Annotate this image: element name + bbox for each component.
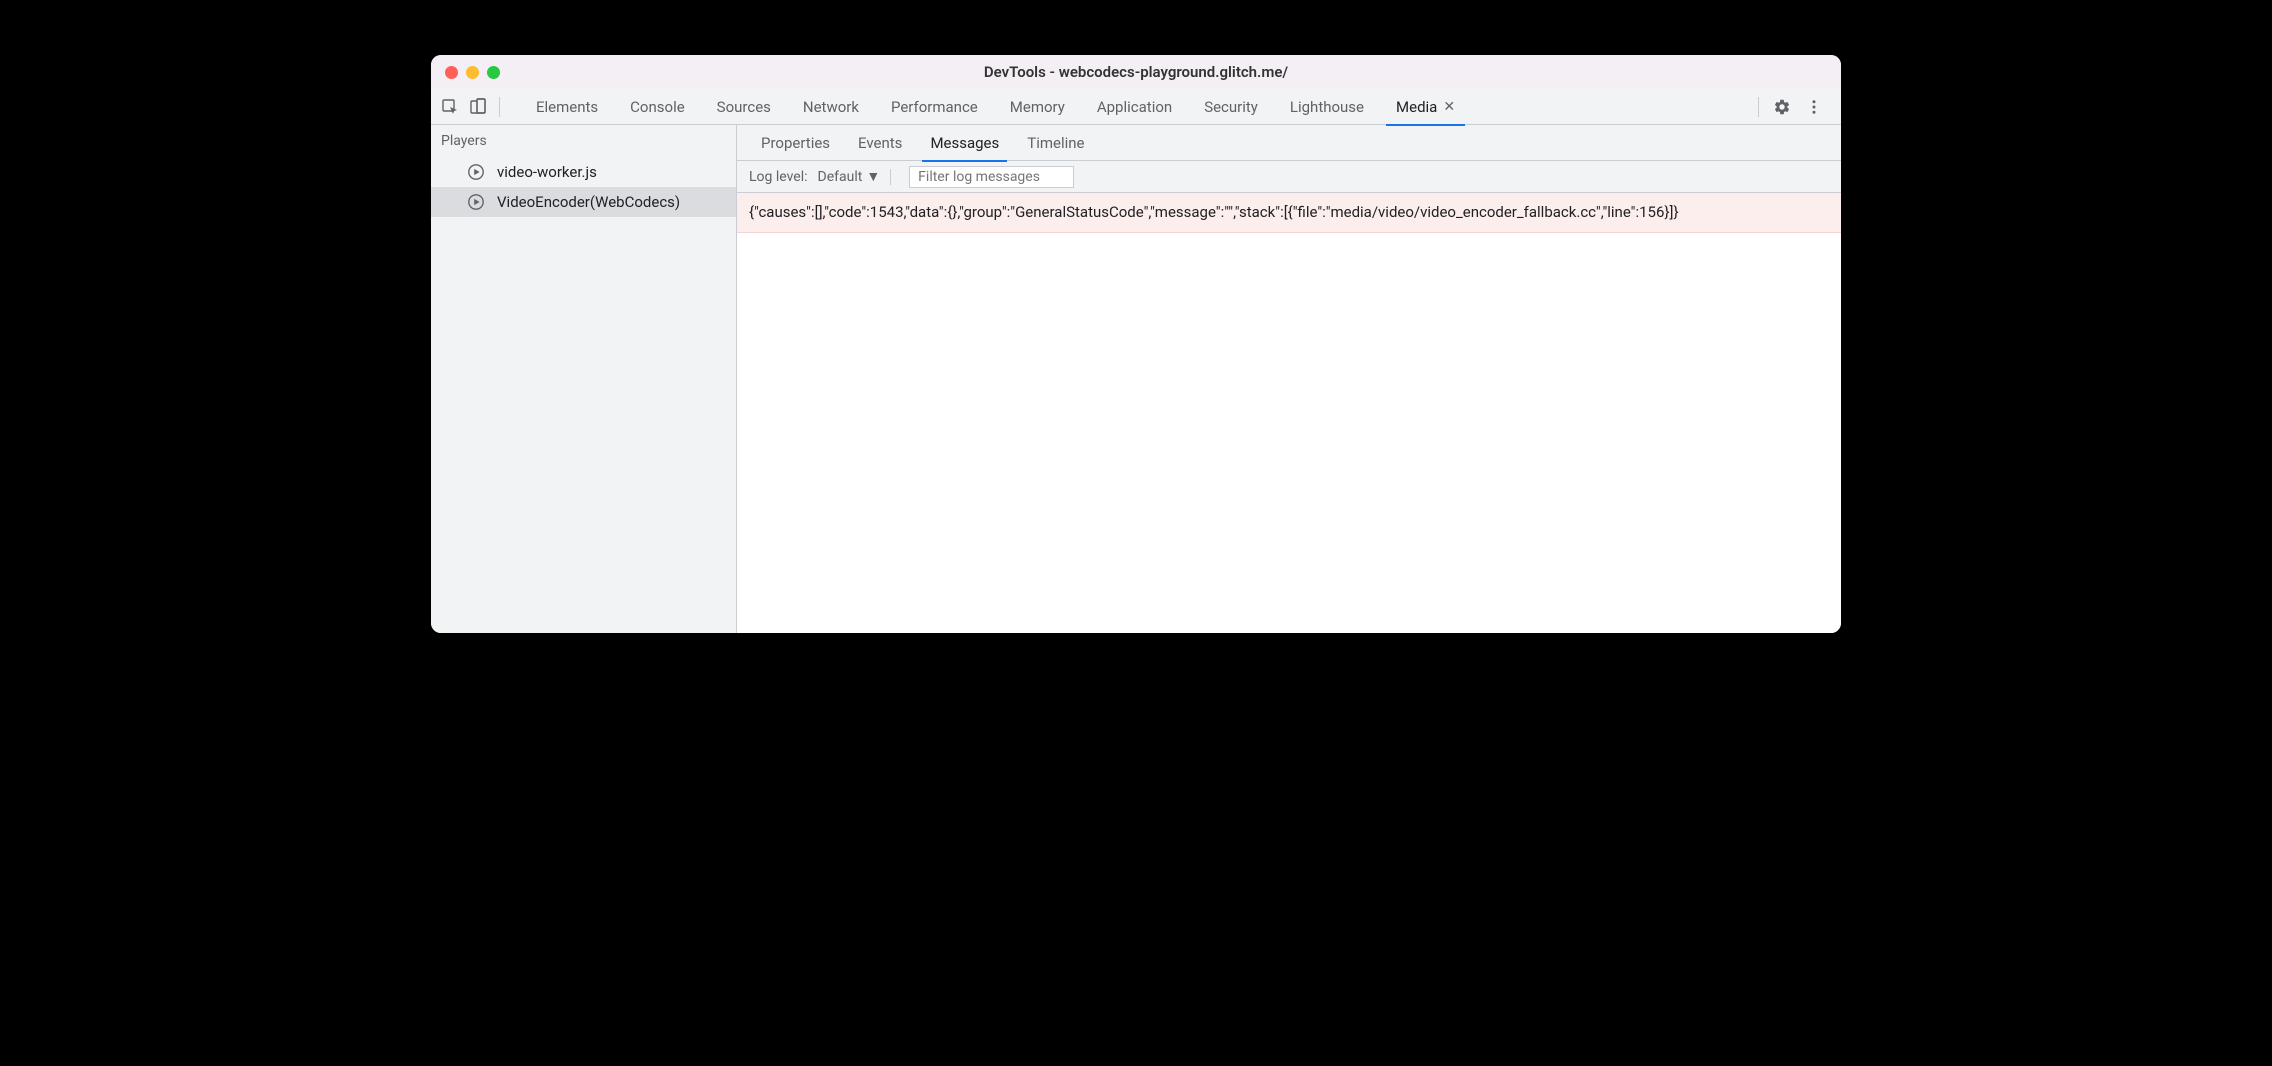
toolbar-icons	[441, 97, 500, 117]
tab-lighthouse[interactable]: Lighthouse	[1274, 89, 1380, 125]
tab-label: Security	[1204, 98, 1258, 116]
log-level-label: Log level:	[749, 169, 808, 185]
minimize-window-button[interactable]	[466, 66, 479, 79]
tab-label: Lighthouse	[1290, 98, 1364, 116]
subtab-events[interactable]: Events	[844, 125, 916, 161]
subtab-timeline[interactable]: Timeline	[1013, 125, 1098, 161]
play-icon	[467, 193, 485, 211]
subtab-label: Messages	[930, 134, 999, 152]
tab-label: Elements	[536, 98, 598, 116]
subtab-messages[interactable]: Messages	[916, 125, 1013, 161]
log-level-value: Default	[818, 169, 863, 185]
traffic-lights	[445, 66, 500, 79]
device-toolbar-icon[interactable]	[469, 98, 487, 116]
tab-label: Sources	[717, 98, 771, 116]
subtab-properties[interactable]: Properties	[747, 125, 844, 161]
settings-icon[interactable]	[1773, 98, 1791, 116]
tab-elements[interactable]: Elements	[520, 89, 614, 125]
tab-label: Console	[630, 98, 685, 116]
tab-label: Performance	[891, 98, 978, 116]
tab-label: Media	[1396, 98, 1437, 116]
tab-media[interactable]: Media ✕	[1380, 89, 1471, 125]
subtab-label: Events	[858, 134, 902, 152]
close-tab-icon[interactable]: ✕	[1443, 99, 1455, 115]
log-area: {"causes":[],"code":1543,"data":{},"grou…	[737, 193, 1841, 633]
sub-tab-bar: Properties Events Messages Timeline	[737, 125, 1841, 161]
maximize-window-button[interactable]	[487, 66, 500, 79]
tab-sources[interactable]: Sources	[701, 89, 787, 125]
tab-label: Application	[1097, 98, 1172, 116]
player-label: VideoEncoder(WebCodecs)	[497, 193, 680, 211]
sidebar-header: Players	[431, 125, 736, 157]
player-item[interactable]: VideoEncoder(WebCodecs)	[431, 187, 736, 217]
tab-performance[interactable]: Performance	[875, 89, 994, 125]
window-title: DevTools - webcodecs-playground.glitch.m…	[984, 63, 1288, 81]
titlebar: DevTools - webcodecs-playground.glitch.m…	[431, 55, 1841, 89]
more-options-icon[interactable]	[1805, 98, 1823, 116]
main-tab-bar: Elements Console Sources Network Perform…	[431, 89, 1841, 125]
tab-console[interactable]: Console	[614, 89, 701, 125]
filter-bar: Log level: Default ▼	[737, 161, 1841, 193]
devtools-window: DevTools - webcodecs-playground.glitch.m…	[431, 55, 1841, 633]
play-icon	[467, 163, 485, 181]
tab-memory[interactable]: Memory	[994, 89, 1081, 125]
log-entry[interactable]: {"causes":[],"code":1543,"data":{},"grou…	[737, 193, 1841, 233]
tab-label: Memory	[1010, 98, 1065, 116]
player-label: video-worker.js	[497, 163, 597, 181]
right-toolbar	[1758, 97, 1831, 117]
main-tab-list: Elements Console Sources Network Perform…	[520, 89, 1758, 125]
filter-input[interactable]	[909, 166, 1074, 188]
player-item[interactable]: video-worker.js	[431, 157, 736, 187]
subtab-label: Timeline	[1027, 134, 1084, 152]
subtab-label: Properties	[761, 134, 830, 152]
tab-label: Network	[803, 98, 859, 116]
tab-application[interactable]: Application	[1081, 89, 1188, 125]
content-area: Players video-worker.js VideoEncoder(Web…	[431, 125, 1841, 633]
dropdown-icon: ▼	[866, 168, 880, 185]
inspect-element-icon[interactable]	[441, 98, 459, 116]
close-window-button[interactable]	[445, 66, 458, 79]
main-panel: Properties Events Messages Timeline Log …	[737, 125, 1841, 633]
log-level-select[interactable]: Default ▼	[818, 168, 881, 185]
tab-network[interactable]: Network	[787, 89, 875, 125]
divider	[890, 169, 891, 185]
tab-security[interactable]: Security	[1188, 89, 1274, 125]
players-sidebar: Players video-worker.js VideoEncoder(Web…	[431, 125, 737, 633]
